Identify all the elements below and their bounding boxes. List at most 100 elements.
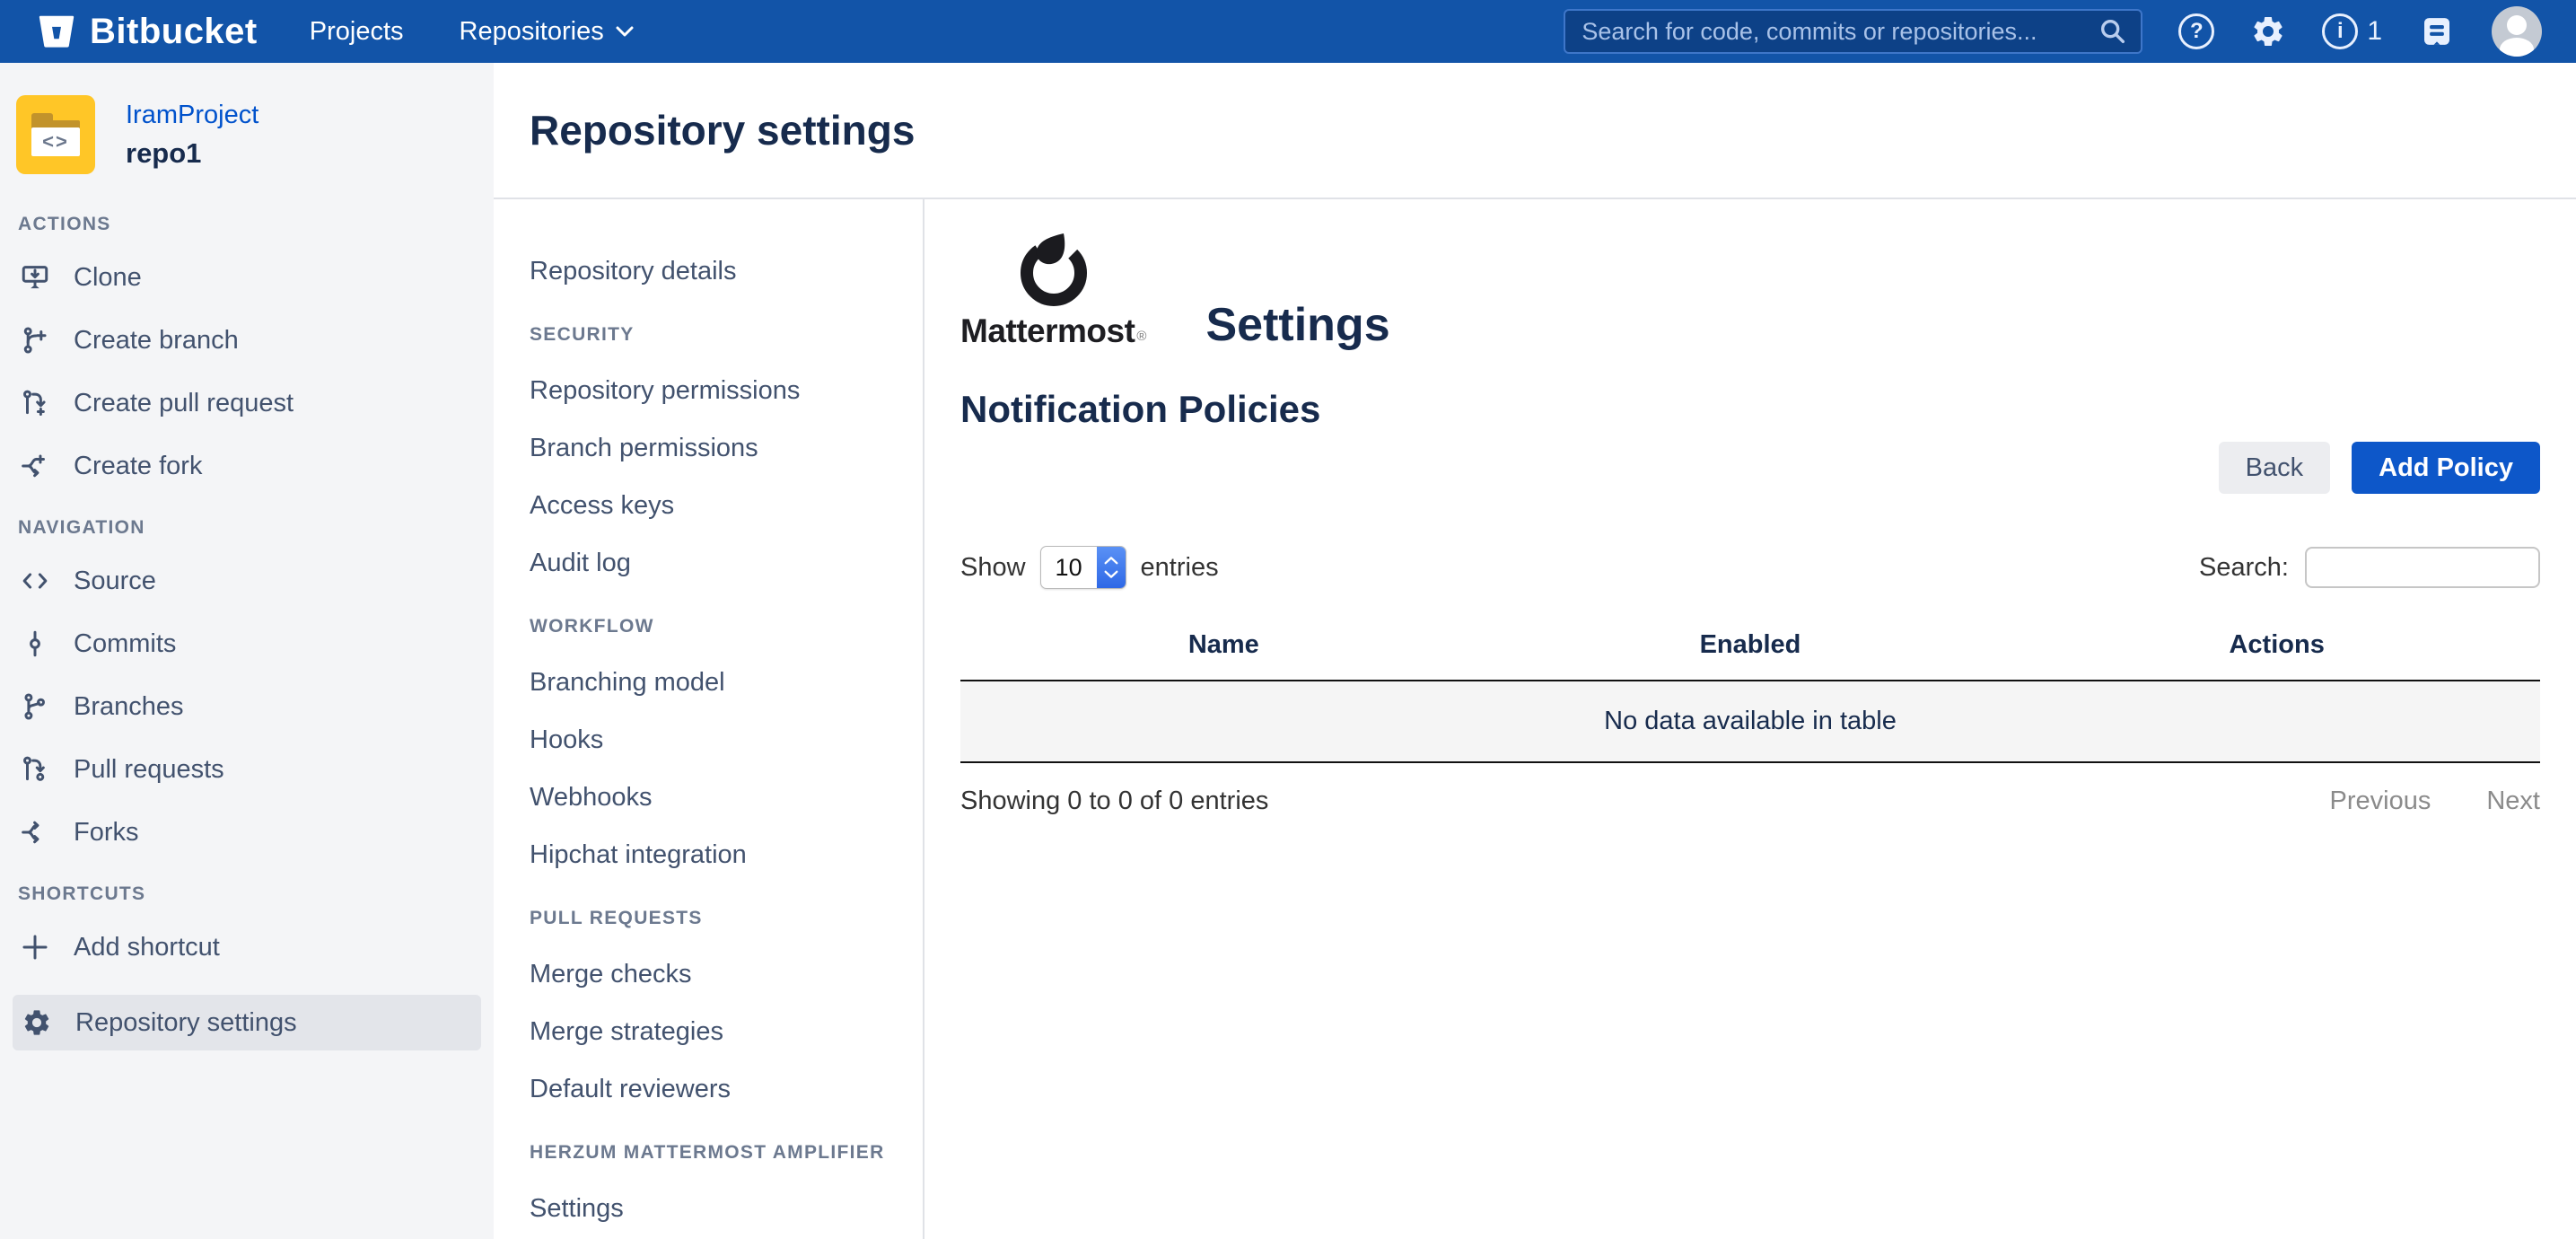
menu-group-security: SECURITY xyxy=(530,324,923,346)
column-header-enabled[interactable]: Enabled xyxy=(1487,616,2014,681)
notification-policies-table: Name Enabled Actions No data available i… xyxy=(960,616,2540,763)
plus-icon xyxy=(20,932,50,962)
table-search-label: Search: xyxy=(2199,553,2289,583)
settings-heading: Settings xyxy=(1205,302,1389,348)
search-icon xyxy=(2098,16,2128,47)
folder-code-icon: <> xyxy=(31,113,80,156)
menu-item-merge-strategies[interactable]: Merge strategies xyxy=(530,1017,923,1047)
create-branch-icon xyxy=(20,325,50,356)
forks-icon xyxy=(20,817,50,848)
repository-name: repo1 xyxy=(126,137,258,170)
entries-label: entries xyxy=(1141,553,1219,583)
column-header-name[interactable]: Name xyxy=(960,616,1487,681)
menu-item-branching-model[interactable]: Branching model xyxy=(530,668,923,698)
sidebar-item-repository-settings[interactable]: Repository settings xyxy=(13,995,481,1050)
inbox-panel-icon[interactable] xyxy=(2418,13,2456,50)
select-stepper-icon xyxy=(1097,547,1126,588)
menu-group-herzum-mattermost-amplifier: HERZUM MATTERMOST AMPLIFIER xyxy=(530,1142,923,1164)
menu-item-access-keys[interactable]: Access keys xyxy=(530,491,923,521)
policy-actions: Back Add Policy xyxy=(960,442,2540,494)
entries-summary: Showing 0 to 0 of 0 entries xyxy=(960,786,1268,816)
empty-table-message: No data available in table xyxy=(960,681,2540,762)
back-button[interactable]: Back xyxy=(2219,442,2330,494)
pull-requests-icon xyxy=(20,754,50,785)
previous-page-button[interactable]: Previous xyxy=(2330,786,2431,816)
menu-group-workflow: WORKFLOW xyxy=(530,616,923,637)
clone-icon xyxy=(20,262,50,293)
sidebar-item-source[interactable]: Source xyxy=(0,566,494,596)
settings-menu: Repository details SECURITY Repository p… xyxy=(494,199,924,1239)
chevron-down-icon xyxy=(615,25,635,38)
page-title: Repository settings xyxy=(530,106,915,154)
next-page-button[interactable]: Next xyxy=(2486,786,2540,816)
menu-group-pull-requests: PULL REQUESTS xyxy=(530,908,923,929)
sidebar-item-forks[interactable]: Forks xyxy=(0,817,494,848)
source-code-icon xyxy=(20,566,50,596)
create-fork-icon xyxy=(20,451,50,481)
gear-icon xyxy=(22,1007,52,1038)
sidebar-item-branches[interactable]: Branches xyxy=(0,691,494,722)
project-card: <> IramProject repo1 xyxy=(0,95,494,174)
sidebar-section-navigation: NAVIGATION xyxy=(0,517,494,539)
info-icon: i xyxy=(2322,13,2358,49)
menu-item-audit-log[interactable]: Audit log xyxy=(530,549,923,578)
menu-item-default-reviewers[interactable]: Default reviewers xyxy=(530,1075,923,1104)
table-search-control: Search: xyxy=(2199,547,2540,588)
pagination: Previous Next xyxy=(2330,786,2540,816)
create-pull-request-icon xyxy=(20,388,50,418)
nav-repositories[interactable]: Repositories xyxy=(460,17,635,47)
menu-item-mattermost-settings[interactable]: Settings xyxy=(530,1194,923,1224)
user-avatar[interactable] xyxy=(2492,6,2542,57)
column-header-actions[interactable]: Actions xyxy=(2013,616,2540,681)
project-avatar[interactable]: <> xyxy=(16,95,95,174)
show-label: Show xyxy=(960,553,1026,583)
sidebar-item-add-shortcut[interactable]: Add shortcut xyxy=(0,932,494,962)
menu-item-branch-permissions[interactable]: Branch permissions xyxy=(530,434,923,463)
global-search-input[interactable] xyxy=(1582,18,2098,46)
notification-policies-heading: Notification Policies xyxy=(960,388,2540,431)
registered-trademark-symbol: ® xyxy=(1136,329,1146,344)
page-size-select[interactable]: 10 xyxy=(1040,546,1126,589)
empty-table-row: No data available in table xyxy=(960,681,2540,762)
table-search-input[interactable] xyxy=(2305,547,2540,588)
topbar-right-cluster: ? i 1 xyxy=(1564,6,2542,57)
sidebar-section-shortcuts: SHORTCUTS xyxy=(0,883,494,905)
repository-sidebar: <> IramProject repo1 ACTIONS Clone xyxy=(0,63,494,1239)
avatar-torso-shape xyxy=(2500,38,2534,57)
menu-item-hipchat-integration[interactable]: Hipchat integration xyxy=(530,840,923,870)
menu-item-merge-checks[interactable]: Merge checks xyxy=(530,960,923,989)
mattermost-header: Mattermost ® Settings xyxy=(960,230,2540,350)
project-name-link[interactable]: IramProject xyxy=(126,101,258,130)
sidebar-section-actions: ACTIONS xyxy=(0,214,494,235)
sidebar-item-create-fork[interactable]: Create fork xyxy=(0,451,494,481)
bitbucket-home-link[interactable]: Bitbucket xyxy=(36,11,258,52)
menu-item-repository-details[interactable]: Repository details xyxy=(530,257,923,286)
notification-count: 1 xyxy=(2367,16,2382,47)
sidebar-item-create-pull-request[interactable]: Create pull request xyxy=(0,388,494,418)
page-size-value: 10 xyxy=(1041,547,1097,588)
bitbucket-app: Bitbucket Projects Repositories ? xyxy=(0,0,2576,1239)
mattermost-settings-panel: Mattermost ® Settings Notification Polic… xyxy=(924,199,2576,1239)
menu-item-hooks[interactable]: Hooks xyxy=(530,725,923,755)
branches-icon xyxy=(20,691,50,722)
global-search-box[interactable] xyxy=(1564,9,2142,54)
menu-item-webhooks[interactable]: Webhooks xyxy=(530,783,923,813)
menu-item-repository-permissions[interactable]: Repository permissions xyxy=(530,376,923,406)
commits-icon xyxy=(20,628,50,659)
brand-name: Bitbucket xyxy=(90,12,258,52)
top-navigation-bar: Bitbucket Projects Repositories ? xyxy=(0,0,2576,63)
help-icon[interactable]: ? xyxy=(2178,13,2214,49)
sidebar-item-clone[interactable]: Clone xyxy=(0,262,494,293)
top-nav-menu: Projects Repositories xyxy=(310,17,635,47)
mattermost-logo-icon xyxy=(1003,230,1104,309)
bitbucket-logo-icon xyxy=(36,11,77,52)
notifications-indicator[interactable]: i 1 xyxy=(2322,13,2382,49)
mattermost-logo: Mattermost ® xyxy=(960,230,1146,350)
admin-gear-icon[interactable] xyxy=(2250,13,2286,49)
sidebar-item-commits[interactable]: Commits xyxy=(0,628,494,659)
sidebar-item-pull-requests[interactable]: Pull requests xyxy=(0,754,494,785)
sidebar-item-create-branch[interactable]: Create branch xyxy=(0,325,494,356)
nav-projects[interactable]: Projects xyxy=(310,17,404,47)
avatar-head-shape xyxy=(2507,15,2527,35)
add-policy-button[interactable]: Add Policy xyxy=(2352,442,2540,494)
